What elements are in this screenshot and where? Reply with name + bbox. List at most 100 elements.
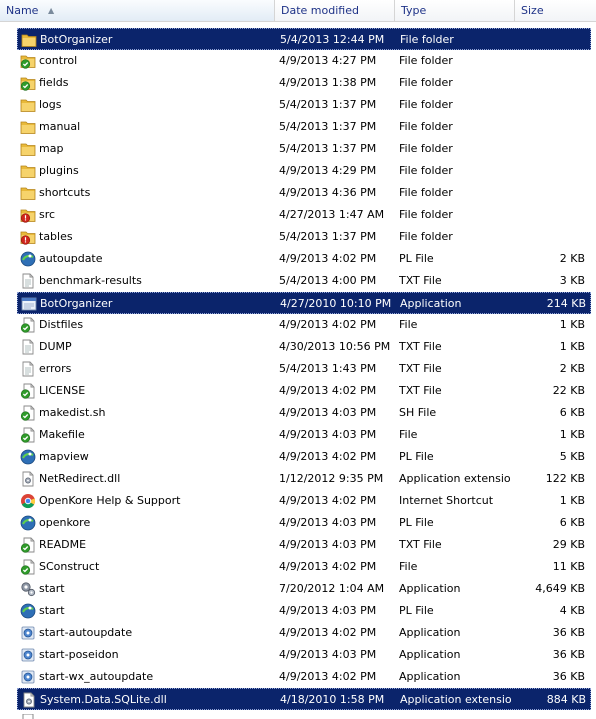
file-row[interactable]: benchmark-results 5/4/2013 4:00 PM TXT Fil… — [17, 270, 591, 292]
file-size — [515, 182, 585, 204]
perl-script-icon — [20, 515, 36, 531]
file-size: 122 KB — [545, 472, 585, 485]
file-date-modified: 4/9/2013 1:38 PM — [279, 76, 377, 89]
chrome-shortcut-icon — [20, 493, 36, 509]
file-row[interactable]: Distfiles 4/9/2013 4:02 PM File 1 KB — [17, 314, 591, 336]
file-type: TXT File — [399, 538, 442, 551]
file-size: 11 KB — [552, 560, 585, 573]
file-type: Application — [400, 297, 462, 310]
file-row[interactable]: LICENSE 4/9/2013 4:02 PM TXT File 22 KB — [17, 380, 591, 402]
file-row[interactable]: src 4/27/2013 1:47 AM File folder — [17, 204, 591, 226]
file-type: PL File — [399, 450, 434, 463]
file-date-modified: 4/9/2013 4:02 PM — [279, 626, 377, 639]
file-row[interactable]: autoupdate 4/9/2013 4:02 PM PL File 2 KB — [17, 248, 591, 270]
file-row[interactable]: BotOrganizer 4/27/2010 10:10 PM Applicatio… — [17, 292, 591, 314]
file-row[interactable]: control 4/9/2013 4:27 PM File folder — [17, 50, 591, 72]
column-header-type[interactable]: Type — [395, 0, 515, 21]
column-header-name-label: Name — [6, 4, 39, 17]
file-row[interactable]: manual 5/4/2013 1:37 PM File folder — [17, 116, 591, 138]
column-header-date-label: Date modified — [281, 4, 359, 17]
file-name: plugins — [39, 164, 79, 177]
file-name: BotOrganizer — [40, 33, 113, 46]
file-row[interactable]: Makefile 4/9/2013 4:03 PM File 1 KB — [17, 424, 591, 446]
file-row[interactable]: makedist.sh 4/9/2013 4:03 PM SH File 6 KB — [17, 402, 591, 424]
file-name: errors — [39, 362, 72, 375]
file-name: shortcuts — [39, 186, 91, 199]
file-row[interactable]: System.Data.SQLite.dll 4/18/2010 1:58 PM A… — [17, 688, 591, 710]
file-name: System.Data.SQLite.dll — [40, 693, 167, 706]
file-row[interactable]: start 7/20/2012 1:04 AM Application 4,649 K… — [17, 578, 591, 600]
column-header-name[interactable]: Name ▲ — [0, 0, 275, 21]
file-name: start-autoupdate — [39, 626, 133, 639]
file-size: 36 KB — [552, 670, 585, 683]
file-row[interactable]: map 5/4/2013 1:37 PM File folder — [17, 138, 591, 160]
file-size: 884 KB — [546, 693, 586, 706]
file-type: File folder — [399, 54, 453, 67]
file-size: 4,649 KB — [535, 582, 585, 595]
file-date-modified: 4/9/2013 4:02 PM — [279, 670, 377, 683]
file-date-modified: 4/9/2013 4:02 PM — [279, 252, 377, 265]
sort-ascending-icon: ▲ — [47, 6, 55, 15]
batch-gear-icon — [20, 625, 36, 641]
column-header-date[interactable]: Date modified — [275, 0, 395, 21]
file-type: SH File — [399, 406, 437, 419]
file-name: Makefile — [39, 428, 85, 441]
file-name: makedist.sh — [39, 406, 106, 419]
file-type: Internet Shortcut — [399, 494, 494, 507]
column-header-size[interactable]: Size — [515, 0, 596, 21]
file-type: PL File — [399, 252, 434, 265]
file-size — [515, 94, 585, 116]
file-date-modified: 4/9/2013 4:02 PM — [279, 494, 377, 507]
file-row[interactable]: start 4/9/2013 4:03 PM PL File 4 KB — [17, 600, 591, 622]
file-type: Application — [399, 626, 461, 639]
file-name: src — [39, 208, 56, 221]
gears-icon — [20, 581, 36, 597]
file-size: 1 KB — [559, 340, 585, 353]
folder-alert-icon — [20, 207, 36, 223]
file-row[interactable]: shortcuts 4/9/2013 4:36 PM File folder — [17, 182, 591, 204]
file-row[interactable]: BotOrganizer 5/4/2013 12:44 PM File folder — [17, 28, 591, 50]
file-name: SConstruct — [39, 560, 100, 573]
file-type: Application — [399, 670, 461, 683]
file-name: OpenKore Help & Support — [39, 494, 181, 507]
file-type: File folder — [399, 98, 453, 111]
file-size: 29 KB — [552, 538, 585, 551]
file-row[interactable]: start-poseidon 4/9/2013 4:03 PM Applicatio… — [17, 644, 591, 666]
file-name: README — [39, 538, 87, 551]
file-row[interactable]: NetRedirect.dll 1/12/2012 9:35 PM Applicat… — [17, 468, 591, 490]
column-header-type-label: Type — [401, 4, 427, 17]
file-size — [515, 204, 585, 226]
file-row[interactable]: errors 5/4/2013 1:43 PM TXT File 2 KB — [17, 358, 591, 380]
file-row[interactable]: OpenKore Help & Support 4/9/2013 4:02 PM I… — [17, 490, 591, 512]
file-row[interactable]: DUMP 4/30/2013 10:56 PM TXT File 1 KB — [17, 336, 591, 358]
partial-row-edge — [17, 712, 591, 719]
file-date-modified: 4/9/2013 4:02 PM — [279, 560, 377, 573]
file-date-modified: 4/27/2013 1:47 AM — [279, 208, 385, 221]
file-row[interactable]: mapview 4/9/2013 4:02 PM PL File 5 KB — [17, 446, 591, 468]
file-name: NetRedirect.dll — [39, 472, 121, 485]
file-type: Application extension — [399, 472, 511, 485]
file-date-modified: 5/4/2013 4:00 PM — [279, 274, 377, 287]
file-size: 6 KB — [559, 516, 585, 529]
file-size: 2 KB — [559, 362, 585, 375]
file-date-modified: 4/30/2013 10:56 PM — [279, 340, 391, 353]
file-row[interactable]: logs 5/4/2013 1:37 PM File folder — [17, 94, 591, 116]
file-type: Application — [399, 648, 461, 661]
file-date-modified: 1/12/2012 9:35 PM — [279, 472, 384, 485]
folder-icon — [20, 141, 36, 157]
file-size — [515, 72, 585, 94]
file-type: File — [399, 318, 418, 331]
file-row[interactable]: openkore 4/9/2013 4:03 PM PL File 6 KB — [17, 512, 591, 534]
file-row[interactable]: start-wx_autoupdate 4/9/2013 4:02 PM Appli… — [17, 666, 591, 688]
file-name: BotOrganizer — [40, 297, 113, 310]
file-row[interactable]: tables 5/4/2013 1:37 PM File folder — [17, 226, 591, 248]
file-name: start-poseidon — [39, 648, 119, 661]
file-row[interactable]: README 4/9/2013 4:03 PM TXT File 29 KB — [17, 534, 591, 556]
file-size — [515, 160, 585, 182]
file-name: tables — [39, 230, 73, 243]
file-row[interactable]: start-autoupdate 4/9/2013 4:02 PM Applicat… — [17, 622, 591, 644]
file-row[interactable]: fields 4/9/2013 1:38 PM File folder — [17, 72, 591, 94]
file-row[interactable]: plugins 4/9/2013 4:29 PM File folder — [17, 160, 591, 182]
file-date-modified: 4/9/2013 4:02 PM — [279, 384, 377, 397]
file-row[interactable]: SConstruct 4/9/2013 4:02 PM File 11 KB — [17, 556, 591, 578]
